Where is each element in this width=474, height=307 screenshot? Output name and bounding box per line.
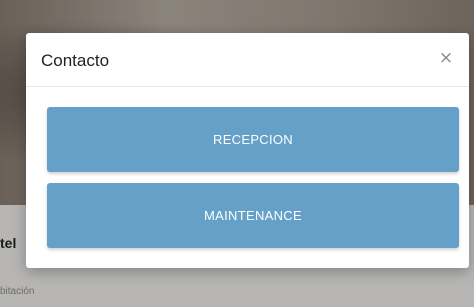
recepcion-button[interactable]: RECEPCION [47,107,459,172]
contact-modal: Contacto × RECEPCION MAINTENANCE [26,33,469,268]
modal-header: Contacto × [26,33,469,87]
close-icon[interactable]: × [435,46,457,70]
modal-title: Contacto [41,51,110,70]
maintenance-button[interactable]: MAINTENANCE [47,183,459,248]
